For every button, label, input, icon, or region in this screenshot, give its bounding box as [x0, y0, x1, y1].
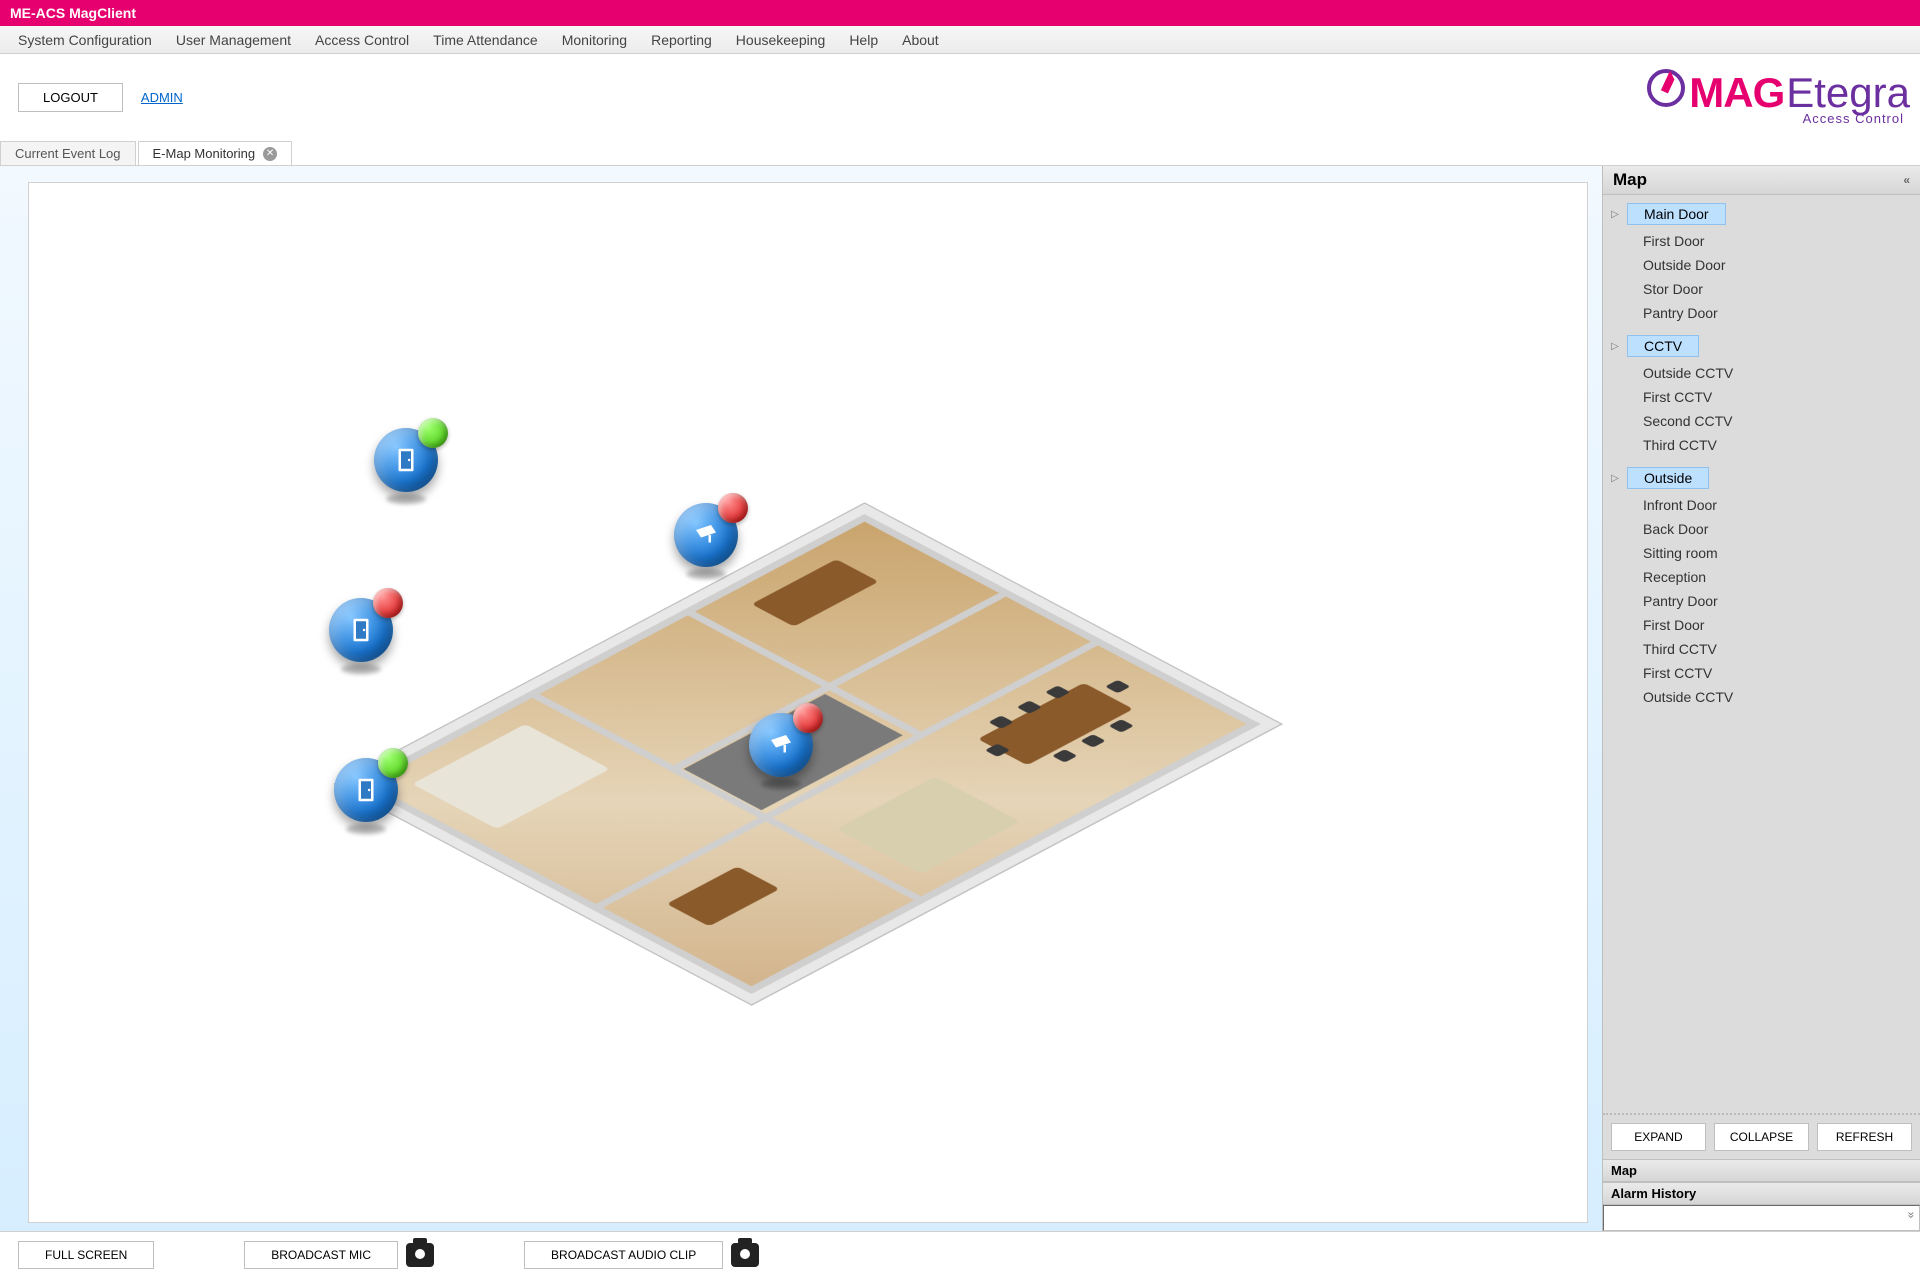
door-marker-2[interactable]: [329, 598, 393, 662]
title-bar: ME-ACS MagClient: [0, 0, 1920, 26]
fullscreen-button[interactable]: FULL SCREEN: [18, 1241, 154, 1269]
tree-group-head[interactable]: ▷ Outside: [1607, 465, 1916, 491]
panel-button-row: EXPAND COLLAPSE REFRESH: [1603, 1113, 1920, 1159]
tree-item[interactable]: First CCTV: [1643, 387, 1916, 407]
tree-item[interactable]: Third CCTV: [1643, 639, 1916, 659]
bottom-bar: FULL SCREEN BROADCAST MIC BROADCAST AUDI…: [0, 1231, 1920, 1277]
map-tree[interactable]: ▷ Main Door First Door Outside Door Stor Doo…: [1603, 195, 1920, 1113]
tree-item[interactable]: First Door: [1643, 615, 1916, 635]
tab-emap-monitoring[interactable]: E-Map Monitoring ✕: [138, 141, 293, 165]
tab-current-event-log[interactable]: Current Event Log: [0, 141, 136, 165]
tree-group-head[interactable]: ▷ CCTV: [1607, 333, 1916, 359]
tree-item[interactable]: Third CCTV: [1643, 435, 1916, 455]
tree-item[interactable]: Back Door: [1643, 519, 1916, 539]
tree-group: ▷ CCTV Outside CCTV First CCTV Second CCTV Th…: [1607, 333, 1916, 465]
tree-item[interactable]: First Door: [1643, 231, 1916, 251]
tree-group-label[interactable]: Main Door: [1627, 203, 1726, 225]
menu-housekeeping[interactable]: Housekeeping: [724, 28, 838, 52]
tab-strip: Current Event Log E-Map Monitoring ✕: [0, 140, 1920, 166]
admin-link[interactable]: ADMIN: [141, 90, 183, 105]
door-marker-3[interactable]: [334, 758, 398, 822]
tree-toggle-icon[interactable]: ▷: [1609, 473, 1621, 484]
tree-group: ▷ Outside Infront Door Back Door Sitting roo…: [1607, 465, 1916, 717]
menu-reporting[interactable]: Reporting: [639, 28, 724, 52]
map-canvas[interactable]: [28, 182, 1588, 1223]
collapse-button[interactable]: COLLAPSE: [1714, 1123, 1809, 1151]
tree-children: Outside CCTV First CCTV Second CCTV Third C…: [1607, 359, 1916, 465]
tree-item[interactable]: Second CCTV: [1643, 411, 1916, 431]
brand-text-mag: MAG: [1689, 69, 1784, 117]
menu-time-attendance[interactable]: Time Attendance: [421, 28, 550, 52]
tree-item[interactable]: First CCTV: [1643, 663, 1916, 683]
brand-subtitle: Access Control: [1803, 111, 1904, 126]
status-dot-red-icon: [718, 493, 748, 523]
broadcast-mic-button[interactable]: BROADCAST MIC: [244, 1241, 398, 1269]
menu-user-management[interactable]: User Management: [164, 28, 303, 52]
tree-group-label[interactable]: CCTV: [1627, 335, 1699, 357]
tree-children: Infront Door Back Door Sitting room Recepti…: [1607, 491, 1916, 717]
door-marker-1[interactable]: [374, 428, 438, 492]
tree-group-head[interactable]: ▷ Main Door: [1607, 201, 1916, 227]
panel-collapse-icon[interactable]: «: [1903, 173, 1910, 187]
tab-close-icon[interactable]: ✕: [263, 147, 277, 161]
alarm-history-box[interactable]: [1603, 1205, 1920, 1231]
menu-monitoring[interactable]: Monitoring: [550, 28, 639, 52]
status-dot-green-icon: [378, 748, 408, 778]
status-dot-red-icon: [373, 588, 403, 618]
logout-button[interactable]: LOGOUT: [18, 83, 123, 112]
menu-access-control[interactable]: Access Control: [303, 28, 421, 52]
main-area: Map « ▷ Main Door First Door Outside Door St…: [0, 166, 1920, 1231]
camera-marker-1[interactable]: [674, 503, 738, 567]
brand-text-etegra: Etegra: [1786, 69, 1910, 117]
tab-label: Current Event Log: [15, 146, 121, 161]
sub-panel-map[interactable]: Map: [1603, 1159, 1920, 1182]
tab-label: E-Map Monitoring: [153, 146, 256, 161]
menu-about[interactable]: About: [890, 28, 951, 52]
tree-item[interactable]: Outside CCTV: [1643, 687, 1916, 707]
tree-item[interactable]: Sitting room: [1643, 543, 1916, 563]
broadcast-audio-button[interactable]: BROADCAST AUDIO CLIP: [524, 1241, 723, 1269]
tree-item[interactable]: Pantry Door: [1643, 303, 1916, 323]
brand-logo: MAG Etegra Access Control: [1647, 69, 1910, 126]
expand-button[interactable]: EXPAND: [1611, 1123, 1706, 1151]
tree-item[interactable]: Reception: [1643, 567, 1916, 587]
window-title: ME-ACS MagClient: [10, 5, 136, 21]
sub-panel-alarm-history[interactable]: Alarm History: [1603, 1182, 1920, 1205]
tree-toggle-icon[interactable]: ▷: [1609, 341, 1621, 352]
camera-marker-2[interactable]: [749, 713, 813, 777]
tree-toggle-icon[interactable]: ▷: [1609, 209, 1621, 220]
tree-children: First Door Outside Door Stor Door Pantry Do…: [1607, 227, 1916, 333]
menu-help[interactable]: Help: [837, 28, 890, 52]
side-panel-header: Map «: [1603, 166, 1920, 195]
status-dot-red-icon: [793, 703, 823, 733]
side-panel: Map « ▷ Main Door First Door Outside Door St…: [1602, 166, 1920, 1231]
brand-icon: [1647, 69, 1685, 107]
side-panel-title: Map: [1613, 170, 1647, 190]
tree-group-label[interactable]: Outside: [1627, 467, 1709, 489]
menu-system-configuration[interactable]: System Configuration: [6, 28, 164, 52]
camera-icon[interactable]: [406, 1243, 434, 1267]
map-viewport: [0, 166, 1602, 1231]
menu-bar: System Configuration User Management Acc…: [0, 26, 1920, 54]
tree-group: ▷ Main Door First Door Outside Door Stor Doo…: [1607, 201, 1916, 333]
tree-item[interactable]: Pantry Door: [1643, 591, 1916, 611]
refresh-button[interactable]: REFRESH: [1817, 1123, 1912, 1151]
camera-icon[interactable]: [731, 1243, 759, 1267]
tree-item[interactable]: Outside Door: [1643, 255, 1916, 275]
tree-item[interactable]: Stor Door: [1643, 279, 1916, 299]
tree-item[interactable]: Infront Door: [1643, 495, 1916, 515]
top-strip: LOGOUT ADMIN MAG Etegra Access Control: [0, 54, 1920, 140]
tree-item[interactable]: Outside CCTV: [1643, 363, 1916, 383]
status-dot-green-icon: [418, 418, 448, 448]
